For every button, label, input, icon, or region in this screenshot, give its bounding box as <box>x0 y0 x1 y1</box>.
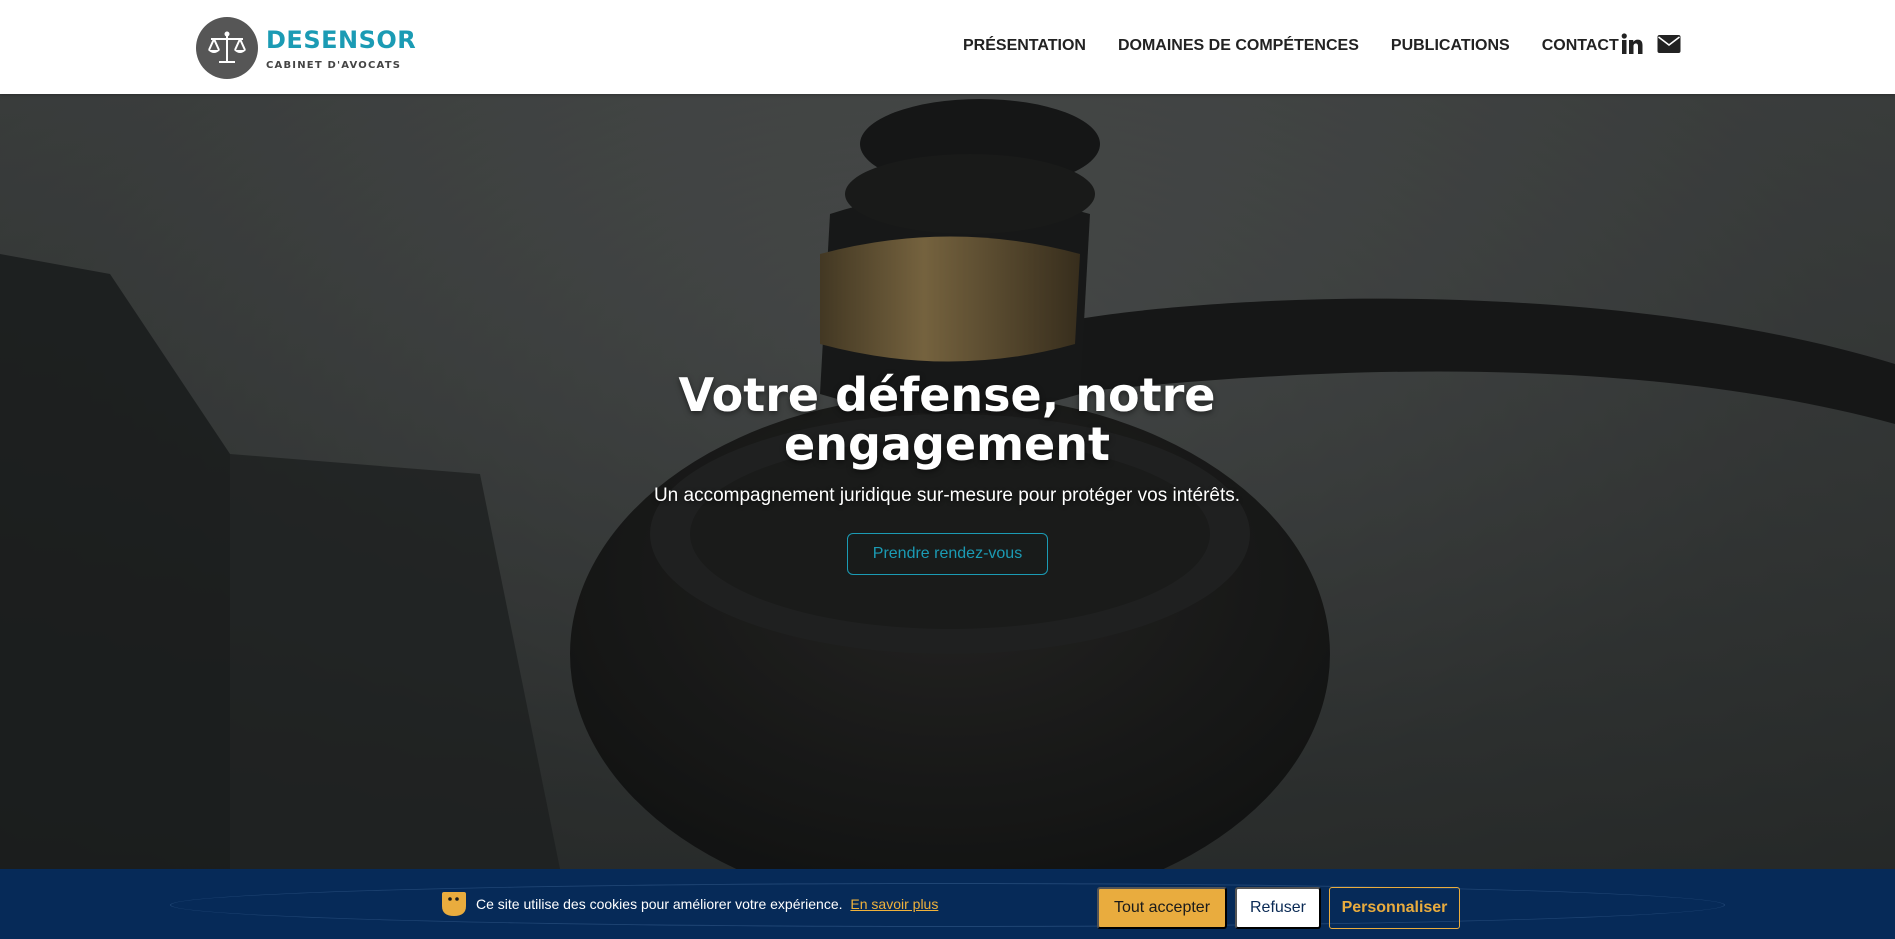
accept-all-button[interactable]: Tout accepter <box>1097 887 1227 929</box>
cookie-message-text: Ce site utilise des cookies pour amélior… <box>476 896 843 912</box>
hero-title: Votre défense, notre engagement <box>678 368 1216 471</box>
nav-domaines-de-competences[interactable]: DOMAINES DE COMPÉTENCES <box>1118 37 1359 55</box>
social-icons <box>1621 33 1681 60</box>
nav-contact[interactable]: CONTACT <box>1542 37 1619 55</box>
logo-tagline: CABINET D'AVOCATS <box>266 59 402 71</box>
scales-of-justice-icon <box>196 17 258 79</box>
customize-button[interactable]: Personnaliser <box>1329 887 1460 929</box>
learn-more-link[interactable]: En savoir plus <box>850 896 938 912</box>
hero-section: Votre défense, notre engagement Un accom… <box>0 94 1895 869</box>
linkedin-icon[interactable] <box>1621 33 1643 60</box>
logo-name: DESENSOR <box>266 25 417 54</box>
cookie-banner-decoration <box>170 883 1725 927</box>
book-appointment-button[interactable]: Prendre rendez-vous <box>847 533 1048 575</box>
refuse-button[interactable]: Refuser <box>1235 887 1321 929</box>
nav-publications[interactable]: PUBLICATIONS <box>1391 37 1510 55</box>
cookie-banner: Ce site utilise des cookies pour amélior… <box>0 869 1895 939</box>
main-nav: PRÉSENTATION DOMAINES DE COMPÉTENCES PUB… <box>963 37 1651 55</box>
site-logo[interactable]: DESENSOR CABINET D'AVOCATS <box>196 17 416 79</box>
envelope-icon[interactable] <box>1657 34 1681 59</box>
cookie-icon <box>440 890 468 923</box>
site-header: DESENSOR CABINET D'AVOCATS PRÉSENTATION … <box>0 0 1895 94</box>
cookie-message: Ce site utilise des cookies pour amélior… <box>476 896 938 912</box>
hero-subtitle: Un accompagnement juridique sur-mesure p… <box>653 485 1241 506</box>
nav-presentation[interactable]: PRÉSENTATION <box>963 37 1086 55</box>
